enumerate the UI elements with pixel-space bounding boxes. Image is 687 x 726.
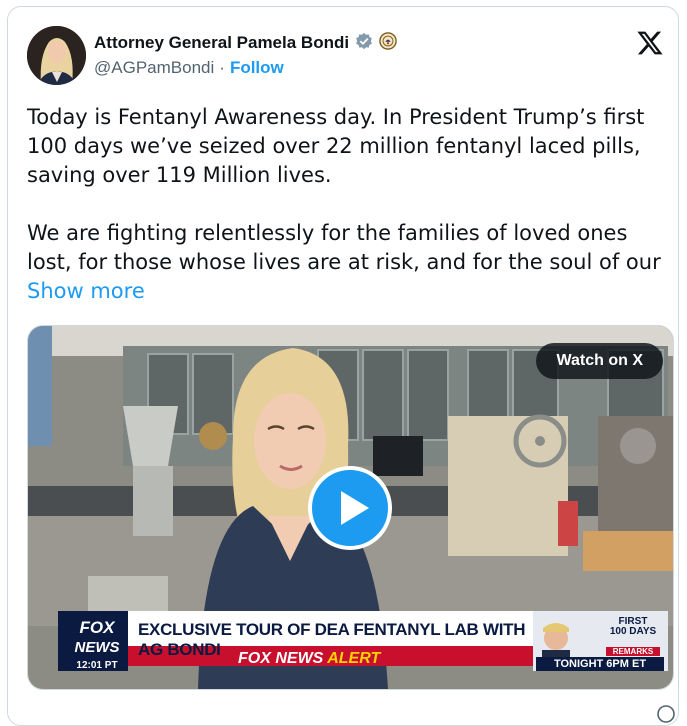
watch-on-x-button[interactable]: Watch on X (536, 343, 663, 379)
follow-button[interactable]: Follow (230, 58, 284, 78)
handle[interactable]: @AGPamBondi (94, 58, 214, 78)
svg-text:NEWS: NEWS (75, 639, 120, 656)
tweet-card: Attorney General Pamela Bondi @AGPamBond… (7, 6, 679, 726)
video-player[interactable]: FOX NEWS 12:01 PT EXCLUSIVE TOUR OF DEA … (27, 325, 674, 690)
badge-tonight: TONIGHT 6PM ET (536, 657, 664, 671)
display-name[interactable]: Attorney General Pamela Bondi (94, 33, 349, 53)
badge-remarks: REMARKS (606, 647, 660, 656)
svg-text:FOX: FOX (80, 618, 117, 637)
doj-seal-icon (379, 31, 397, 55)
verified-badge-icon (355, 32, 373, 55)
info-icon[interactable] (656, 704, 676, 724)
avatar[interactable] (27, 26, 86, 85)
chyron-alert-word: ALERT (327, 650, 381, 667)
broadcast-time: 12:01 PT (76, 660, 118, 671)
handle-row: @AGPamBondi · Follow (94, 58, 284, 78)
show-more-link[interactable]: Show more (27, 279, 145, 303)
separator: · (219, 58, 225, 77)
chyron-alert-prefix: FOX NEWS (238, 650, 324, 667)
play-icon[interactable] (308, 466, 392, 550)
first-100-days-badge: FIRST 100 DAYS (603, 617, 663, 637)
author-name-row: Attorney General Pamela Bondi (94, 31, 397, 55)
tweet-paragraph-2: We are fighting relentlessly for the fam… (27, 219, 667, 306)
tweet-text: Today is Fentanyl Awareness day. In Pres… (27, 103, 667, 306)
fox-news-logo: FOX NEWS (66, 612, 128, 664)
chyron-alert: FOX NEWS ALERT (238, 650, 380, 668)
tweet-paragraph-1: Today is Fentanyl Awareness day. In Pres… (27, 105, 645, 187)
badge-100-days: 100 DAYS (609, 626, 657, 637)
x-logo-icon[interactable] (636, 29, 664, 57)
tweet-paragraph-2-text: We are fighting relentlessly for the fam… (27, 221, 661, 274)
